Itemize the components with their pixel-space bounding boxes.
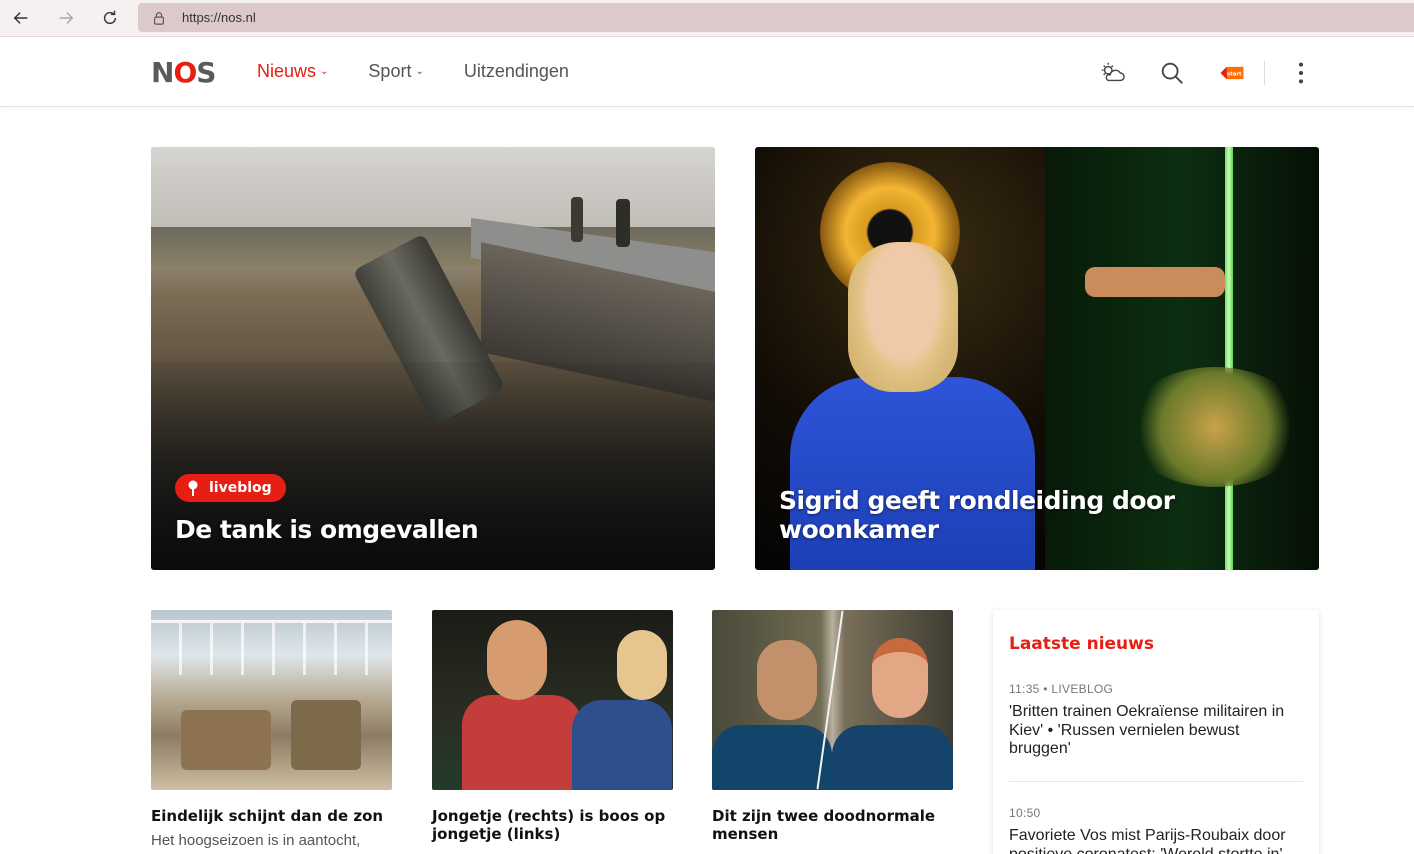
card-boy-shirt bbox=[462, 695, 582, 790]
card-image bbox=[712, 610, 953, 790]
card-person-head bbox=[872, 638, 928, 718]
card-subtitle: Het hoogseizoen is in aantocht, bbox=[151, 832, 361, 849]
news-headline: Favoriete Vos mist Parijs-Roubaix door p… bbox=[1009, 827, 1286, 854]
url-text: https://nos.nl bbox=[182, 10, 256, 25]
pin-icon bbox=[188, 480, 198, 496]
main-nav: Nieuws ⌄ Sport ⌄ Uitzendingen bbox=[257, 61, 609, 82]
chevron-down-icon: ⌄ bbox=[320, 66, 329, 77]
search-icon bbox=[1161, 62, 1183, 84]
forward-button[interactable] bbox=[53, 6, 79, 30]
hero-person-head bbox=[848, 242, 958, 392]
card-title: Eindelijk schijnt dan de zon bbox=[151, 807, 384, 825]
weather-icon bbox=[1101, 62, 1125, 82]
news-meta: 11:35 • LIVEBLOG bbox=[1009, 682, 1114, 696]
latest-news-title: Laatste nieuws bbox=[1009, 634, 1154, 654]
lock-icon bbox=[154, 11, 164, 25]
news-time: 11:35 bbox=[1009, 682, 1040, 696]
more-vertical-icon bbox=[1298, 62, 1304, 84]
news-card[interactable]: Eindelijk schijnt dan de zon Het hoogsei… bbox=[151, 610, 392, 851]
arrow-left-icon bbox=[13, 12, 28, 24]
chevron-down-icon: ⌄ bbox=[415, 66, 424, 77]
news-card[interactable]: Jongetje (rechts) is boos op jongetje (l… bbox=[432, 610, 673, 843]
card-image bbox=[151, 610, 392, 790]
liveblog-badge: liveblog bbox=[175, 474, 286, 502]
card-title: Jongetje (rechts) is boos op jongetje (l… bbox=[432, 807, 666, 843]
npo-start-button[interactable]: start bbox=[1214, 55, 1250, 91]
liveblog-label: liveblog bbox=[209, 480, 272, 496]
news-divider bbox=[1009, 781, 1303, 782]
reload-button[interactable] bbox=[97, 6, 123, 30]
news-headline: 'Britten trainen Oekraïense militairen i… bbox=[1009, 703, 1285, 757]
address-bar[interactable]: https://nos.nl bbox=[138, 3, 1414, 32]
back-button[interactable] bbox=[8, 6, 34, 30]
card-chair bbox=[291, 700, 361, 770]
hero-soldier bbox=[571, 197, 583, 242]
hero-soldier bbox=[616, 199, 630, 247]
hero-title: Sigrid geeft rondleiding door woonkamer bbox=[779, 486, 1175, 544]
hero-story-right[interactable]: Sigrid geeft rondleiding door woonkamer bbox=[755, 147, 1319, 570]
news-card[interactable]: Dit zijn twee doodnormale mensen bbox=[712, 610, 953, 843]
card-image bbox=[432, 610, 673, 790]
more-menu-button[interactable] bbox=[1283, 55, 1319, 91]
card-person-head bbox=[757, 640, 817, 720]
latest-news-item[interactable]: 11:35 • LIVEBLOG 'Britten trainen Oekraï… bbox=[1009, 682, 1303, 759]
header-divider bbox=[1264, 61, 1265, 85]
latest-news-panel: Laatste nieuws 11:35 • LIVEBLOG 'Britten… bbox=[993, 610, 1319, 854]
hero-title: De tank is omgevallen bbox=[175, 515, 479, 544]
card-person-jacket bbox=[712, 725, 832, 790]
reload-icon bbox=[103, 10, 117, 25]
site-header: NOS Nieuws ⌄ Sport ⌄ Uitzendingen start bbox=[0, 37, 1414, 107]
arrow-right-icon bbox=[59, 12, 74, 24]
card-pavilion bbox=[151, 620, 392, 675]
card-boy-head bbox=[487, 620, 547, 700]
logo-text: NOS bbox=[151, 55, 216, 89]
news-tag: LIVEBLOG bbox=[1051, 682, 1114, 696]
search-button[interactable] bbox=[1154, 55, 1190, 91]
card-person-jacket bbox=[832, 725, 953, 790]
browser-toolbar: https://nos.nl bbox=[0, 0, 1414, 37]
latest-news-item[interactable]: 10:50 Favoriete Vos mist Parijs-Roubaix … bbox=[1009, 806, 1303, 854]
nav-label: Uitzendingen bbox=[463, 61, 569, 81]
weather-button[interactable] bbox=[1094, 55, 1130, 91]
news-time: 10:50 bbox=[1009, 806, 1041, 820]
card-chair bbox=[181, 710, 271, 770]
hero-wood-log bbox=[1085, 267, 1225, 297]
card-boy-shirt bbox=[572, 700, 672, 790]
npo-badge-text: start bbox=[1227, 71, 1242, 77]
nos-logo[interactable]: NOS bbox=[151, 55, 216, 89]
nav-item-sport[interactable]: Sport ⌄ bbox=[368, 61, 423, 82]
nav-item-nieuws[interactable]: Nieuws ⌄ bbox=[257, 61, 328, 82]
nav-item-uitzendingen[interactable]: Uitzendingen bbox=[464, 61, 569, 82]
card-boy-head bbox=[617, 630, 667, 700]
news-meta: 10:50 bbox=[1009, 806, 1303, 820]
nav-label: Nieuws bbox=[257, 61, 317, 81]
hero-plant bbox=[1125, 367, 1305, 487]
header-actions: start bbox=[1094, 55, 1319, 91]
card-title: Dit zijn twee doodnormale mensen bbox=[712, 807, 936, 843]
nav-label: Sport bbox=[368, 61, 412, 81]
hero-story-left[interactable]: liveblog De tank is omgevallen bbox=[151, 147, 715, 570]
npo-start-icon: start bbox=[1220, 66, 1244, 80]
